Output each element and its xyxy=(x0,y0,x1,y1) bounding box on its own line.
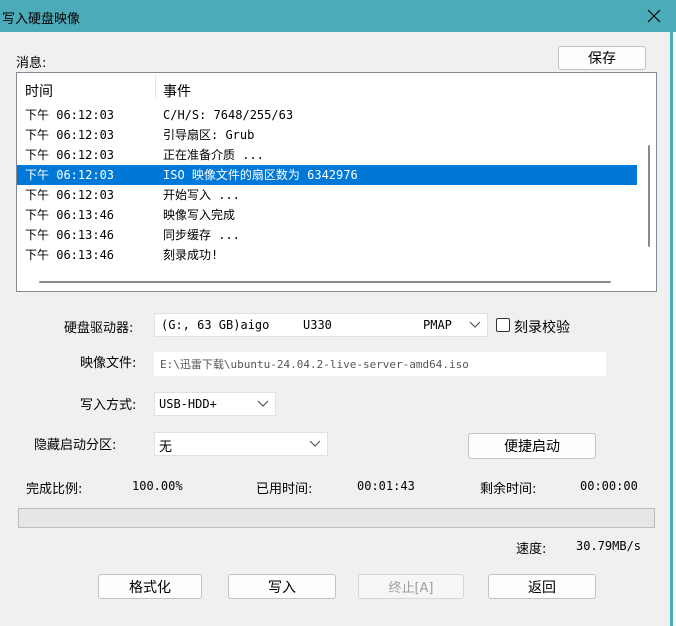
log-row[interactable]: 下午 06:13:46 映像写入完成 xyxy=(17,205,637,225)
log-row-event: 同步缓存 ... xyxy=(163,228,240,242)
verify-label[interactable]: 刻录校验 xyxy=(514,317,570,337)
format-button[interactable]: 格式化 xyxy=(98,574,202,599)
close-icon[interactable] xyxy=(647,9,661,23)
drive-name: (G:, 63 GB)aigo xyxy=(161,318,270,332)
log-row[interactable]: 下午 06:13:46 同步缓存 ... xyxy=(17,225,637,245)
chevron-down-icon xyxy=(469,321,481,328)
complete-label: 完成比例: xyxy=(26,482,83,497)
chevron-down-icon xyxy=(309,440,321,447)
abort-button[interactable]: 终止[A] xyxy=(358,574,464,599)
messages-label: 消息: xyxy=(16,56,47,71)
drive-tag: PMAP xyxy=(423,318,452,332)
log-row[interactable]: 下午 06:13:46 刻录成功! xyxy=(17,245,637,265)
close-button[interactable] xyxy=(632,0,676,32)
write-mode-label: 写入方式: xyxy=(80,398,137,413)
log-row-time: 下午 06:12:03 xyxy=(25,128,115,142)
quick-boot-button[interactable]: 便捷启动 xyxy=(468,433,596,459)
log-row-time: 下午 06:12:03 xyxy=(25,168,115,182)
log-row-event: 引导扇区: Grub xyxy=(163,128,255,142)
column-header-time[interactable]: 时间 xyxy=(25,81,53,101)
complete-value: 100.00% xyxy=(132,479,183,493)
speed-label: 速度: xyxy=(516,542,547,557)
log-row[interactable]: 下午 06:12:03 正在准备介质 ... xyxy=(17,145,637,165)
log-row-event: ISO 映像文件的扇区数为 6342976 xyxy=(163,168,358,182)
write-mode-value: USB-HDD+ xyxy=(159,397,217,411)
log-row-event: 刻录成功! xyxy=(163,248,219,262)
write-mode-select[interactable]: USB-HDD+ xyxy=(154,392,276,416)
remaining-value: 00:00:00 xyxy=(580,479,638,493)
column-divider[interactable] xyxy=(155,75,156,99)
chevron-down-icon xyxy=(257,400,269,407)
log-row[interactable]: 下午 06:12:03 开始写入 ... xyxy=(17,185,637,205)
hidden-partition-select[interactable]: 无 xyxy=(154,432,328,456)
progress-bar xyxy=(18,508,655,528)
log-row-time: 下午 06:13:46 xyxy=(25,248,115,262)
log-row-time: 下午 06:12:03 xyxy=(25,108,115,122)
drive-label: 硬盘驱动器: xyxy=(64,321,134,336)
log-header: 时间 事件 xyxy=(17,73,637,101)
dialog-body: 消息: 保存 时间 事件 下午 06:12:03 C/H/S: 7648/255/… xyxy=(0,32,673,626)
log-row-time: 下午 06:13:46 xyxy=(25,208,115,222)
log-row-time: 下午 06:13:46 xyxy=(25,228,115,242)
remaining-label: 剩余时间: xyxy=(480,482,537,497)
image-file-field[interactable] xyxy=(154,352,606,376)
log-rows: 下午 06:12:03 C/H/S: 7648/255/63 下午 06:12:03… xyxy=(17,105,637,265)
message-log[interactable]: 时间 事件 下午 06:12:03 C/H/S: 7648/255/63 下午 06… xyxy=(16,72,657,292)
log-row-event: 开始写入 ... xyxy=(163,188,240,202)
back-button[interactable]: 返回 xyxy=(488,574,596,599)
log-row-time: 下午 06:12:03 xyxy=(25,148,115,162)
speed-value: 30.79MB/s xyxy=(576,539,642,553)
write-button[interactable]: 写入 xyxy=(228,574,336,599)
title-bar: 写入硬盘映像 xyxy=(0,0,676,32)
log-row[interactable]: 下午 06:12:03 ISO 映像文件的扇区数为 6342976 xyxy=(17,165,637,185)
log-row[interactable]: 下午 06:12:03 引导扇区: Grub xyxy=(17,125,637,145)
log-row-event: 映像写入完成 xyxy=(163,208,236,222)
drive-model: U330 xyxy=(303,318,332,332)
horizontal-scrollbar-thumb[interactable] xyxy=(39,281,611,283)
column-header-event[interactable]: 事件 xyxy=(163,81,191,101)
save-button[interactable]: 保存 xyxy=(558,46,646,70)
verify-checkbox[interactable] xyxy=(496,318,510,332)
log-row-event: 正在准备介质 ... xyxy=(163,148,264,162)
vertical-scrollbar-thumb[interactable] xyxy=(648,145,650,247)
hidden-partition-value: 无 xyxy=(159,440,173,455)
window-title: 写入硬盘映像 xyxy=(2,12,81,27)
log-row[interactable]: 下午 06:12:03 C/H/S: 7648/255/63 xyxy=(17,105,637,125)
elapsed-value: 00:01:43 xyxy=(357,479,415,493)
image-file-label: 映像文件: xyxy=(80,356,137,371)
log-row-time: 下午 06:12:03 xyxy=(25,188,115,202)
drive-select[interactable]: (G:, 63 GB)aigo U330 PMAP xyxy=(154,313,488,337)
elapsed-label: 已用时间: xyxy=(256,482,313,497)
hidden-partition-label: 隐藏启动分区: xyxy=(34,438,117,453)
log-row-event: C/H/S: 7648/255/63 xyxy=(163,108,294,122)
